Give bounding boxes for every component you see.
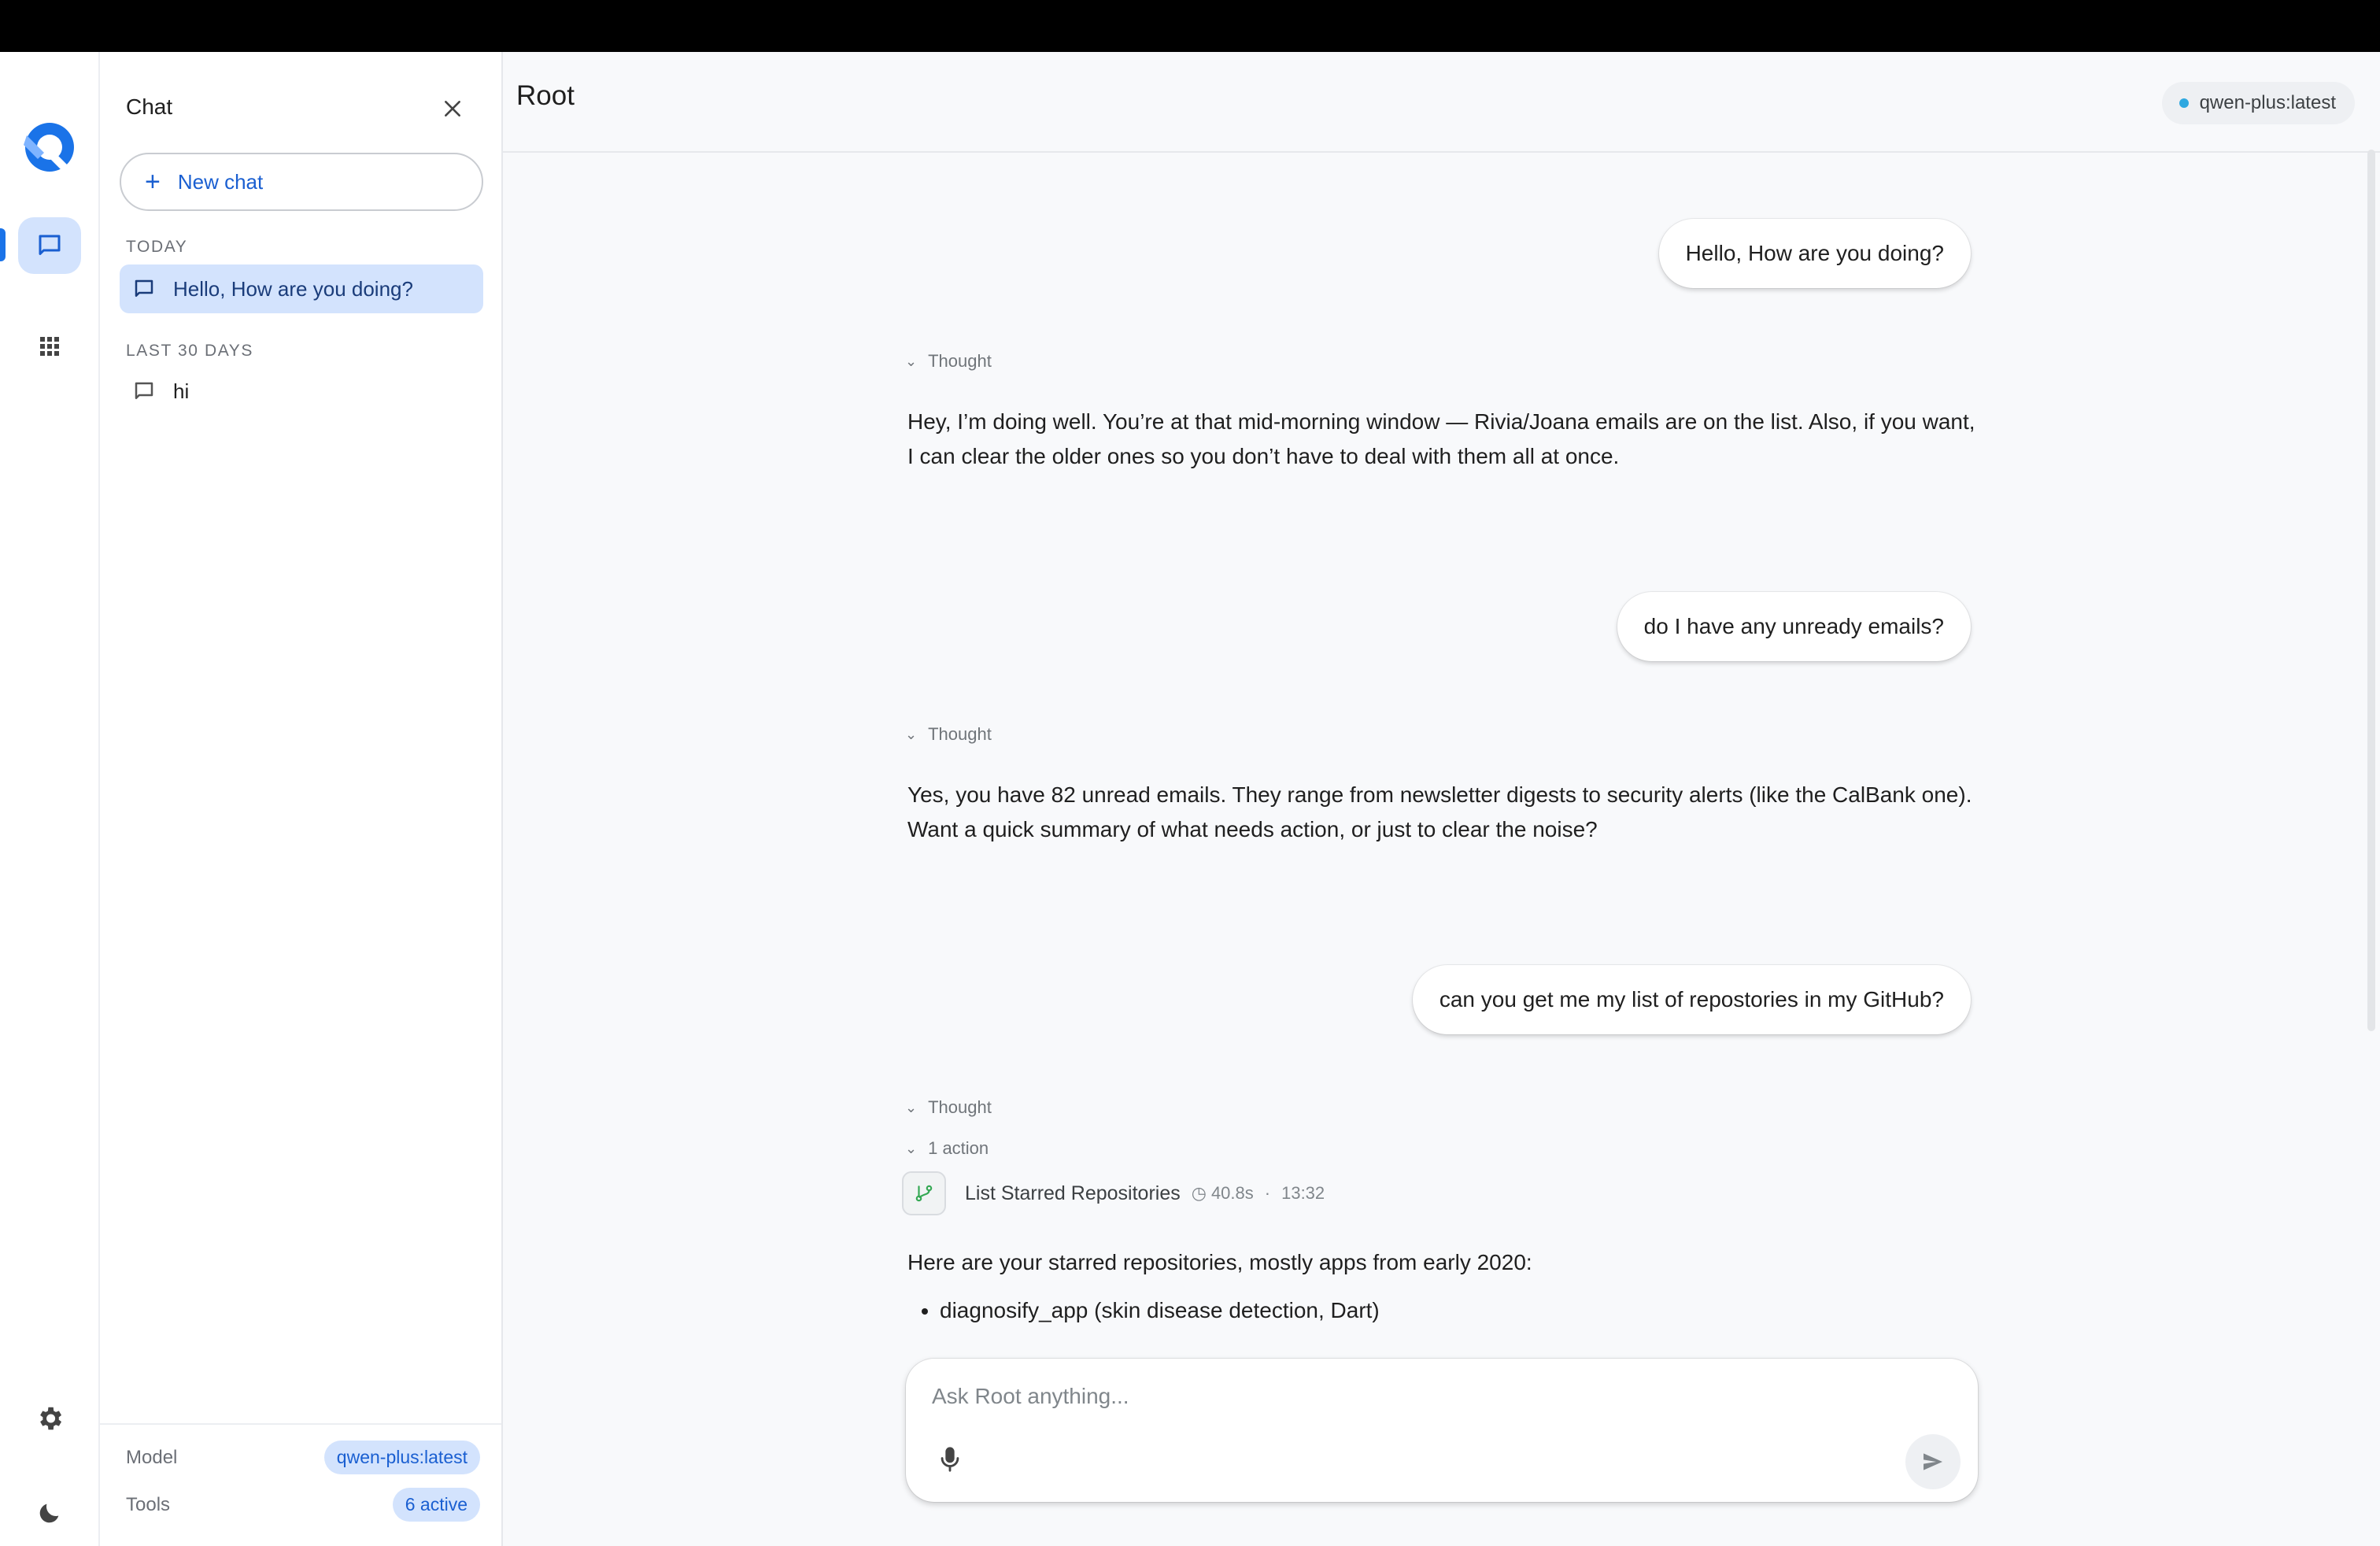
- git-branch-icon: [902, 1171, 946, 1215]
- new-chat-button[interactable]: + New chat: [120, 153, 483, 211]
- user-message: do I have any unready emails?: [1617, 592, 1971, 661]
- settings-button[interactable]: [18, 1390, 81, 1447]
- dark-mode-toggle[interactable]: [18, 1485, 81, 1541]
- thought-label: Thought: [928, 724, 992, 744]
- sidebar-title: Chat: [126, 94, 173, 119]
- tools-pill[interactable]: 6 active: [392, 1488, 480, 1522]
- assistant-message: Yes, you have 82 unread emails. They ran…: [907, 782, 1972, 841]
- plus-icon: +: [145, 167, 161, 197]
- thought-toggle[interactable]: ⌄ Thought: [905, 351, 992, 372]
- chat-icon: [39, 235, 61, 255]
- model-pill[interactable]: qwen-plus:latest: [323, 1441, 480, 1474]
- model-row: Model qwen-plus:latest: [126, 1441, 480, 1474]
- chat-bubble-icon: [132, 379, 157, 404]
- clock-icon: ◷: [1191, 1183, 1207, 1203]
- list-item: diagnosify_app (skin disease detection, …: [940, 1291, 1380, 1330]
- gear-icon: [40, 1407, 62, 1430]
- app-logo[interactable]: [20, 118, 79, 176]
- user-message: Hello, How are you doing?: [1658, 219, 1971, 288]
- tool-action-row[interactable]: List Starred Repositories ◷ 40.8s · 13:3…: [902, 1171, 1325, 1215]
- meta-separator: ·: [1264, 1183, 1271, 1203]
- tools-row: Tools 6 active: [126, 1488, 480, 1522]
- send-icon[interactable]: [1905, 1434, 1961, 1489]
- message-composer: [906, 1359, 1978, 1502]
- action-name: List Starred Repositories: [965, 1182, 1181, 1204]
- assistant-message: Here are your starred repositories, most…: [907, 1250, 1532, 1274]
- microphone-icon[interactable]: [934, 1442, 966, 1477]
- status-dot-icon: [2179, 98, 2189, 108]
- thought-toggle[interactable]: ⌄ Thought: [905, 1097, 992, 1118]
- chat-sidebar: Chat + New chat TODAY Hello, How are you…: [100, 52, 503, 1546]
- nav-apps-button[interactable]: [18, 318, 81, 375]
- user-message: can you get me my list of repostories in…: [1412, 965, 1971, 1034]
- main-header: Root qwen-plus:latest: [503, 52, 2380, 153]
- chevron-down-icon: ⌄: [905, 1099, 918, 1115]
- section-label-today: TODAY: [126, 238, 188, 256]
- scrollbar[interactable]: [2367, 150, 2375, 1031]
- model-chip[interactable]: qwen-plus:latest: [2161, 82, 2355, 124]
- tools-label: Tools: [126, 1493, 171, 1515]
- assistant-message: Hey, I’m doing well. You’re at that mid-…: [907, 409, 1975, 468]
- close-sidebar-button[interactable]: [435, 91, 470, 126]
- new-chat-label: New chat: [177, 169, 264, 194]
- chat-history-item[interactable]: Hello, How are you doing?: [120, 264, 483, 313]
- message-input[interactable]: [932, 1384, 1876, 1409]
- chat-bubble-icon: [132, 276, 157, 301]
- actions-toggle[interactable]: ⌄ 1 action: [905, 1138, 989, 1159]
- apps-grid-icon: [40, 337, 59, 356]
- thought-toggle[interactable]: ⌄ Thought: [905, 724, 992, 745]
- close-icon: [445, 101, 460, 117]
- chat-history-label: Hello, How are you doing?: [173, 276, 413, 301]
- action-duration: 40.8s: [1210, 1183, 1254, 1203]
- thought-label: Thought: [928, 1097, 992, 1117]
- model-label: Model: [126, 1446, 178, 1468]
- action-time: 13:32: [1281, 1183, 1325, 1203]
- actions-label: 1 action: [928, 1138, 989, 1158]
- model-chip-label: qwen-plus:latest: [2199, 92, 2336, 113]
- section-label-last-30-days: LAST 30 DAYS: [126, 342, 253, 360]
- scroll-fade: [866, 1338, 2046, 1360]
- chevron-down-icon: ⌄: [905, 726, 918, 742]
- chevron-down-icon: ⌄: [905, 353, 918, 369]
- page-title: Root: [516, 80, 575, 111]
- nav-rail: [0, 52, 100, 1546]
- chevron-down-icon: ⌄: [905, 1140, 918, 1156]
- sidebar-footer: Model qwen-plus:latest Tools 6 active: [100, 1423, 501, 1546]
- active-nav-indicator: [0, 228, 6, 261]
- thought-label: Thought: [928, 351, 992, 371]
- moon-icon: [39, 1503, 59, 1523]
- chat-history-label: hi: [173, 379, 190, 403]
- system-top-bar: [0, 0, 2380, 52]
- chat-history-item[interactable]: hi: [120, 367, 483, 416]
- nav-chat-button[interactable]: [18, 217, 81, 274]
